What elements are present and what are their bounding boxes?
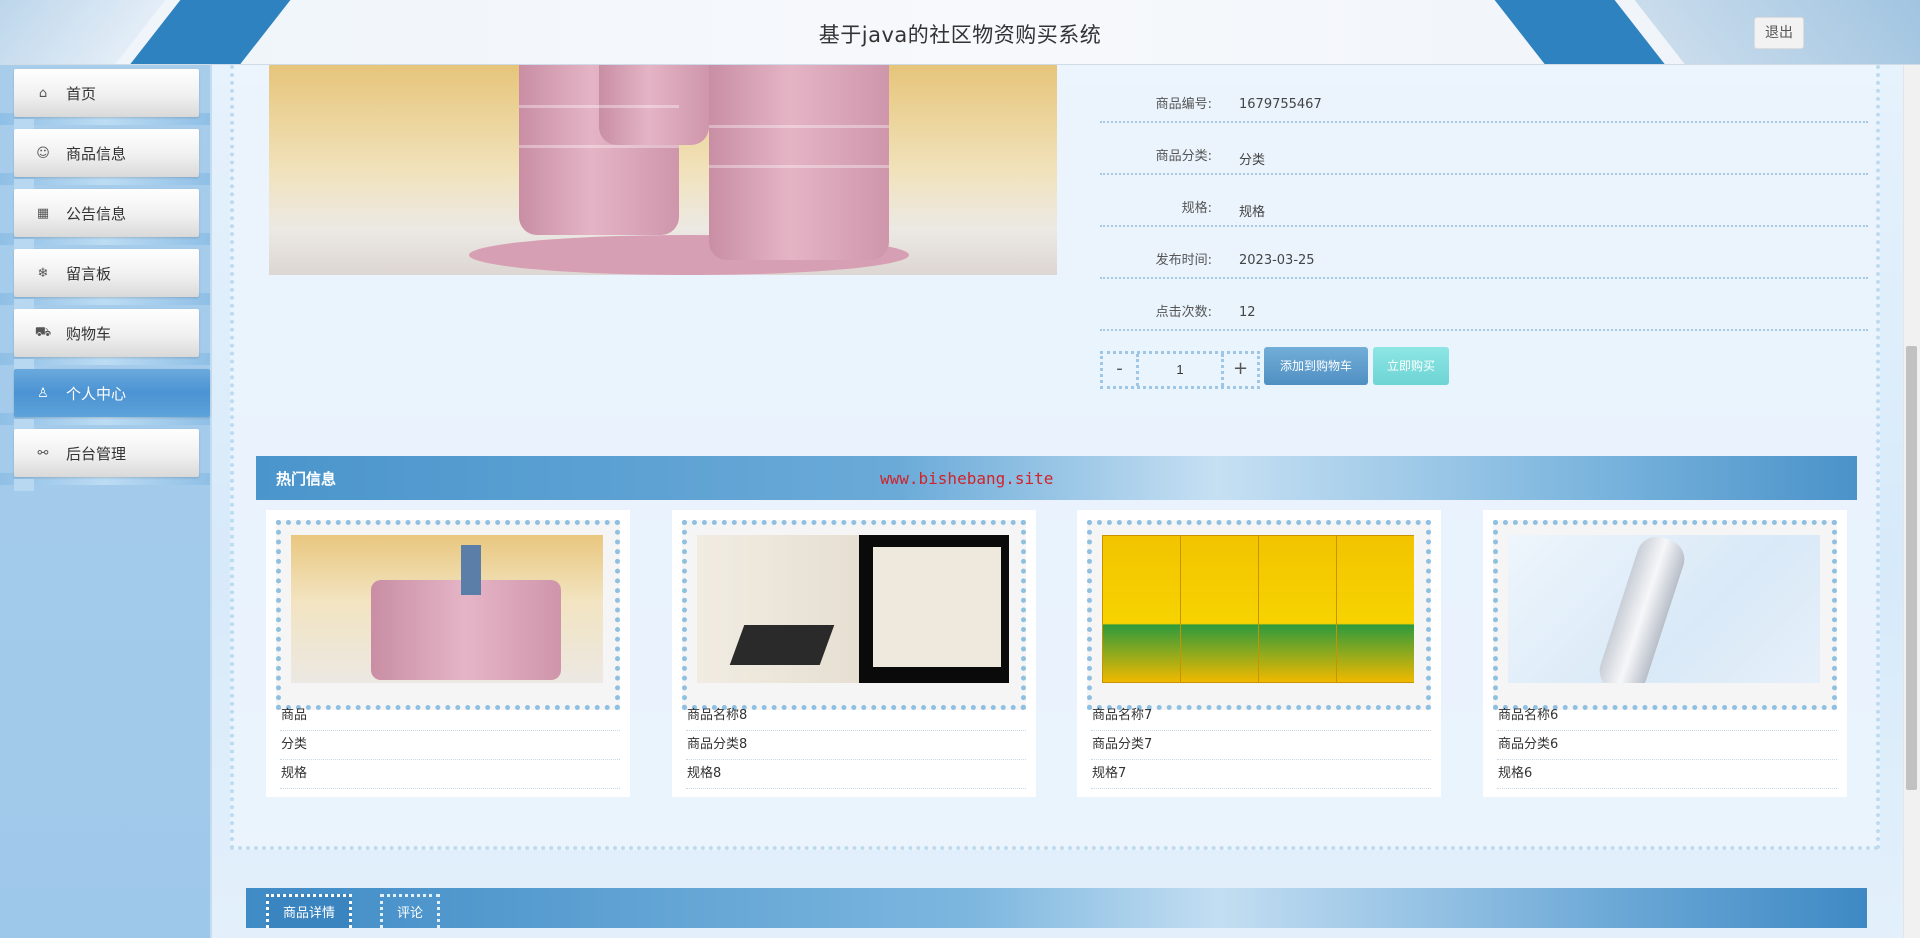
card-image-frame — [1493, 520, 1837, 710]
thumb-shape — [729, 625, 835, 665]
info-key: 商品分类: — [1155, 149, 1212, 164]
image-ring — [519, 145, 679, 148]
card-thumbnail — [1508, 535, 1820, 683]
notice-icon: ▦ — [36, 205, 50, 221]
info-row-category: 商品分类: 分类 — [1100, 123, 1868, 175]
card-category: 商品分类7 — [1091, 731, 1431, 760]
sidebar-item-admin[interactable]: ⚯ 后台管理 — [14, 429, 199, 491]
thumb-shape — [1594, 535, 1690, 683]
product-icon: ☺ — [36, 145, 50, 161]
quantity-decrease-button[interactable]: - — [1103, 354, 1139, 386]
info-value: 1679755467 — [1239, 97, 1322, 112]
hot-section-header: 热门信息 — [256, 456, 1857, 500]
cart-icon: ⛟ — [34, 324, 52, 340]
detail-tab-bar: 商品详情 评论 — [246, 888, 1867, 928]
logout-button[interactable]: 退出 — [1754, 17, 1804, 49]
info-row-click-count: 点击次数: 12 — [1100, 279, 1868, 331]
thumb-book — [873, 547, 1001, 667]
sidebar-item-label: 公告信息 — [66, 204, 127, 223]
quantity-input[interactable] — [1142, 354, 1218, 386]
info-key: 点击次数: — [1155, 305, 1212, 320]
product-main-image — [269, 65, 1057, 275]
buy-now-button[interactable]: 立即购买 — [1373, 347, 1449, 385]
info-row-spec: 规格: 规格 — [1100, 175, 1868, 227]
tab-product-details[interactable]: 商品详情 — [266, 894, 353, 928]
snowflake-icon: ❄ — [37, 265, 49, 281]
site-title: 基于java的社区物资购买系统 — [818, 23, 1102, 47]
info-row-publish-time: 发布时间: 2023-03-25 — [1100, 227, 1868, 279]
card-thumbnail — [291, 535, 603, 683]
sidebar-item-label: 首页 — [66, 84, 97, 103]
card-name: 商品 — [280, 702, 620, 731]
link-icon: ⚯ — [37, 445, 49, 461]
sidebar-item-label: 购物车 — [66, 324, 112, 343]
thumb-box — [1258, 535, 1338, 683]
image-ring — [709, 125, 889, 128]
card-name: 商品名称8 — [686, 702, 1026, 731]
tab-comments[interactable]: 评论 — [380, 894, 441, 928]
sidebar-item-message-board[interactable]: ❄ 留言板 — [14, 249, 199, 311]
image-ring — [709, 165, 889, 168]
sidebar-item-label: 商品信息 — [66, 144, 127, 163]
card-image-frame — [276, 520, 620, 710]
watermark-text: www.bishebang.site — [880, 469, 1054, 488]
thumb-box — [1336, 535, 1414, 683]
card-spec: 规格8 — [686, 760, 1026, 789]
top-header: 基于java的社区物资购买系统 退出 — [0, 0, 1920, 65]
info-key: 发布时间: — [1155, 253, 1212, 268]
hot-product-card[interactable]: 商品名称8 商品分类8 规格8 — [672, 510, 1036, 797]
image-cup — [709, 65, 889, 260]
thumb-shape — [371, 580, 561, 680]
sidebar-item-label: 后台管理 — [66, 444, 127, 463]
add-to-cart-button[interactable]: 添加到购物车 — [1264, 347, 1368, 385]
card-name: 商品名称7 — [1091, 702, 1431, 731]
hot-product-card[interactable]: 商品名称6 商品分类6 规格6 — [1483, 510, 1847, 797]
card-category: 分类 — [280, 731, 620, 760]
hot-section-title: 热门信息 — [276, 470, 337, 488]
thumb-box — [1102, 535, 1182, 683]
home-icon: ⌂ — [38, 85, 48, 101]
hot-product-card[interactable]: 商品 分类 规格 — [266, 510, 630, 797]
quantity-increase-button[interactable]: + — [1221, 354, 1257, 386]
thumb-shape — [461, 545, 481, 595]
info-value: 分类 — [1239, 153, 1266, 168]
image-ring — [519, 105, 679, 108]
sidebar-item-personal-center[interactable]: ♙ 个人中心 — [14, 369, 210, 431]
card-image-frame — [682, 520, 1026, 710]
card-spec: 规格6 — [1497, 760, 1837, 789]
sidebar-item-label: 留言板 — [66, 264, 112, 283]
sidebar: ⌂ 首页 ☺ 商品信息 ▦ 公告信息 ❄ 留言板 ⛟ 购物车 ♙ 个人中心 ⚯ … — [0, 65, 212, 938]
card-name: 商品名称6 — [1497, 702, 1837, 731]
card-thumbnail — [1102, 535, 1414, 683]
sidebar-item-home[interactable]: ⌂ 首页 — [14, 69, 199, 131]
card-category: 商品分类8 — [686, 731, 1026, 760]
quantity-stepper: - + — [1100, 351, 1260, 389]
card-spec: 规格7 — [1091, 760, 1431, 789]
scrollbar-thumb[interactable] — [1906, 346, 1917, 790]
info-value: 2023-03-25 — [1239, 253, 1315, 268]
user-icon: ♙ — [37, 385, 49, 401]
info-value: 规格 — [1239, 205, 1266, 220]
sidebar-item-products[interactable]: ☺ 商品信息 — [14, 129, 199, 191]
info-key: 规格: — [1181, 201, 1212, 216]
info-key: 商品编号: — [1155, 97, 1212, 112]
sidebar-item-cart[interactable]: ⛟ 购物车 — [14, 309, 199, 371]
hot-product-card[interactable]: 商品名称7 商品分类7 规格7 — [1077, 510, 1441, 797]
card-image-frame — [1087, 520, 1431, 710]
sidebar-item-label: 个人中心 — [66, 384, 127, 403]
card-spec: 规格 — [280, 760, 620, 789]
sidebar-item-notices[interactable]: ▦ 公告信息 — [14, 189, 199, 251]
info-value: 12 — [1239, 305, 1256, 320]
card-thumbnail — [697, 535, 1009, 683]
info-row-product-id: 商品编号: 1679755467 — [1100, 71, 1868, 123]
thumb-box — [1180, 535, 1260, 683]
card-category: 商品分类6 — [1497, 731, 1837, 760]
